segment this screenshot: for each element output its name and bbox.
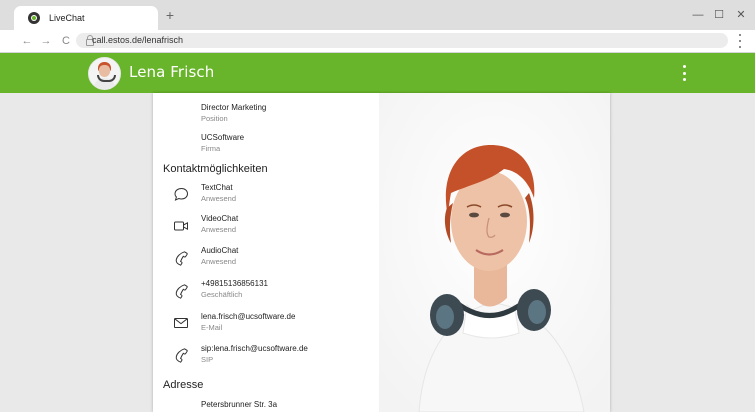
- phone-icon[interactable]: [173, 250, 189, 266]
- textchat-value[interactable]: TextChat: [201, 183, 233, 193]
- videochat-value[interactable]: VideoChat: [201, 214, 238, 224]
- textchat-status: Anwesend: [201, 194, 237, 203]
- business-phone-value[interactable]: +4981513685613​1: [201, 279, 268, 289]
- audiochat-status: Anwesend: [201, 257, 237, 266]
- address-bar[interactable]: call.estos.de/lenafrisch: [76, 33, 728, 48]
- phone-icon[interactable]: [173, 347, 189, 363]
- app-header: Lena Frisch: [0, 53, 755, 93]
- chat-bubble-icon[interactable]: [173, 186, 189, 202]
- company-value: UCSoftware: [201, 133, 245, 142]
- close-window-button[interactable]: ✕: [734, 9, 748, 21]
- audiochat-value[interactable]: AudioChat: [201, 246, 238, 256]
- company-label: Firma: [201, 144, 221, 153]
- tab-title: LiveChat: [49, 13, 85, 23]
- email-label: E-Mail: [201, 323, 223, 332]
- address-street: Petersbrunner Str. 3a: [201, 400, 278, 409]
- browser-titlebar: LiveChat + — ☐ ✕: [0, 0, 755, 30]
- business-phone-label: Geschäftlich: [201, 290, 243, 299]
- avatar: [88, 57, 121, 90]
- sip-value[interactable]: sip:lena.frisch@ucsoftware.de: [201, 344, 308, 354]
- phone-icon[interactable]: [173, 283, 189, 299]
- livechat-favicon-icon: [28, 12, 40, 24]
- mail-icon[interactable]: [173, 315, 189, 331]
- address-section-title: Adresse: [163, 379, 204, 391]
- url-text[interactable]: call.estos.de/lenafrisch: [92, 34, 183, 47]
- reload-button[interactable]: C: [60, 34, 72, 48]
- contact-name: Lena Frisch: [129, 63, 215, 81]
- maximize-button[interactable]: ☐: [712, 9, 726, 21]
- sip-label: SIP: [201, 355, 214, 364]
- more-options-icon[interactable]: [682, 65, 686, 81]
- video-camera-icon[interactable]: [173, 218, 189, 234]
- contact-portrait: [379, 93, 610, 412]
- browser-toolbar: ← → C call.estos.de/lenafrisch: [0, 30, 755, 53]
- forward-button[interactable]: →: [40, 34, 52, 48]
- videochat-status: Anwesend: [201, 225, 237, 234]
- back-button[interactable]: ←: [21, 34, 33, 48]
- minimize-button[interactable]: —: [691, 9, 705, 21]
- contact-section-title: Kontaktmöglichkeiten: [163, 163, 268, 175]
- browser-tab[interactable]: LiveChat: [14, 6, 158, 30]
- new-tab-button[interactable]: +: [163, 8, 177, 22]
- position-value: Director Marketing: [201, 103, 267, 112]
- browser-menu-button[interactable]: [738, 34, 742, 48]
- contact-card: Director Marketing Position UCSoftware F…: [153, 93, 610, 412]
- position-label: Position: [201, 114, 228, 123]
- email-value[interactable]: lena.frisch@ucsoftware.de: [201, 312, 295, 322]
